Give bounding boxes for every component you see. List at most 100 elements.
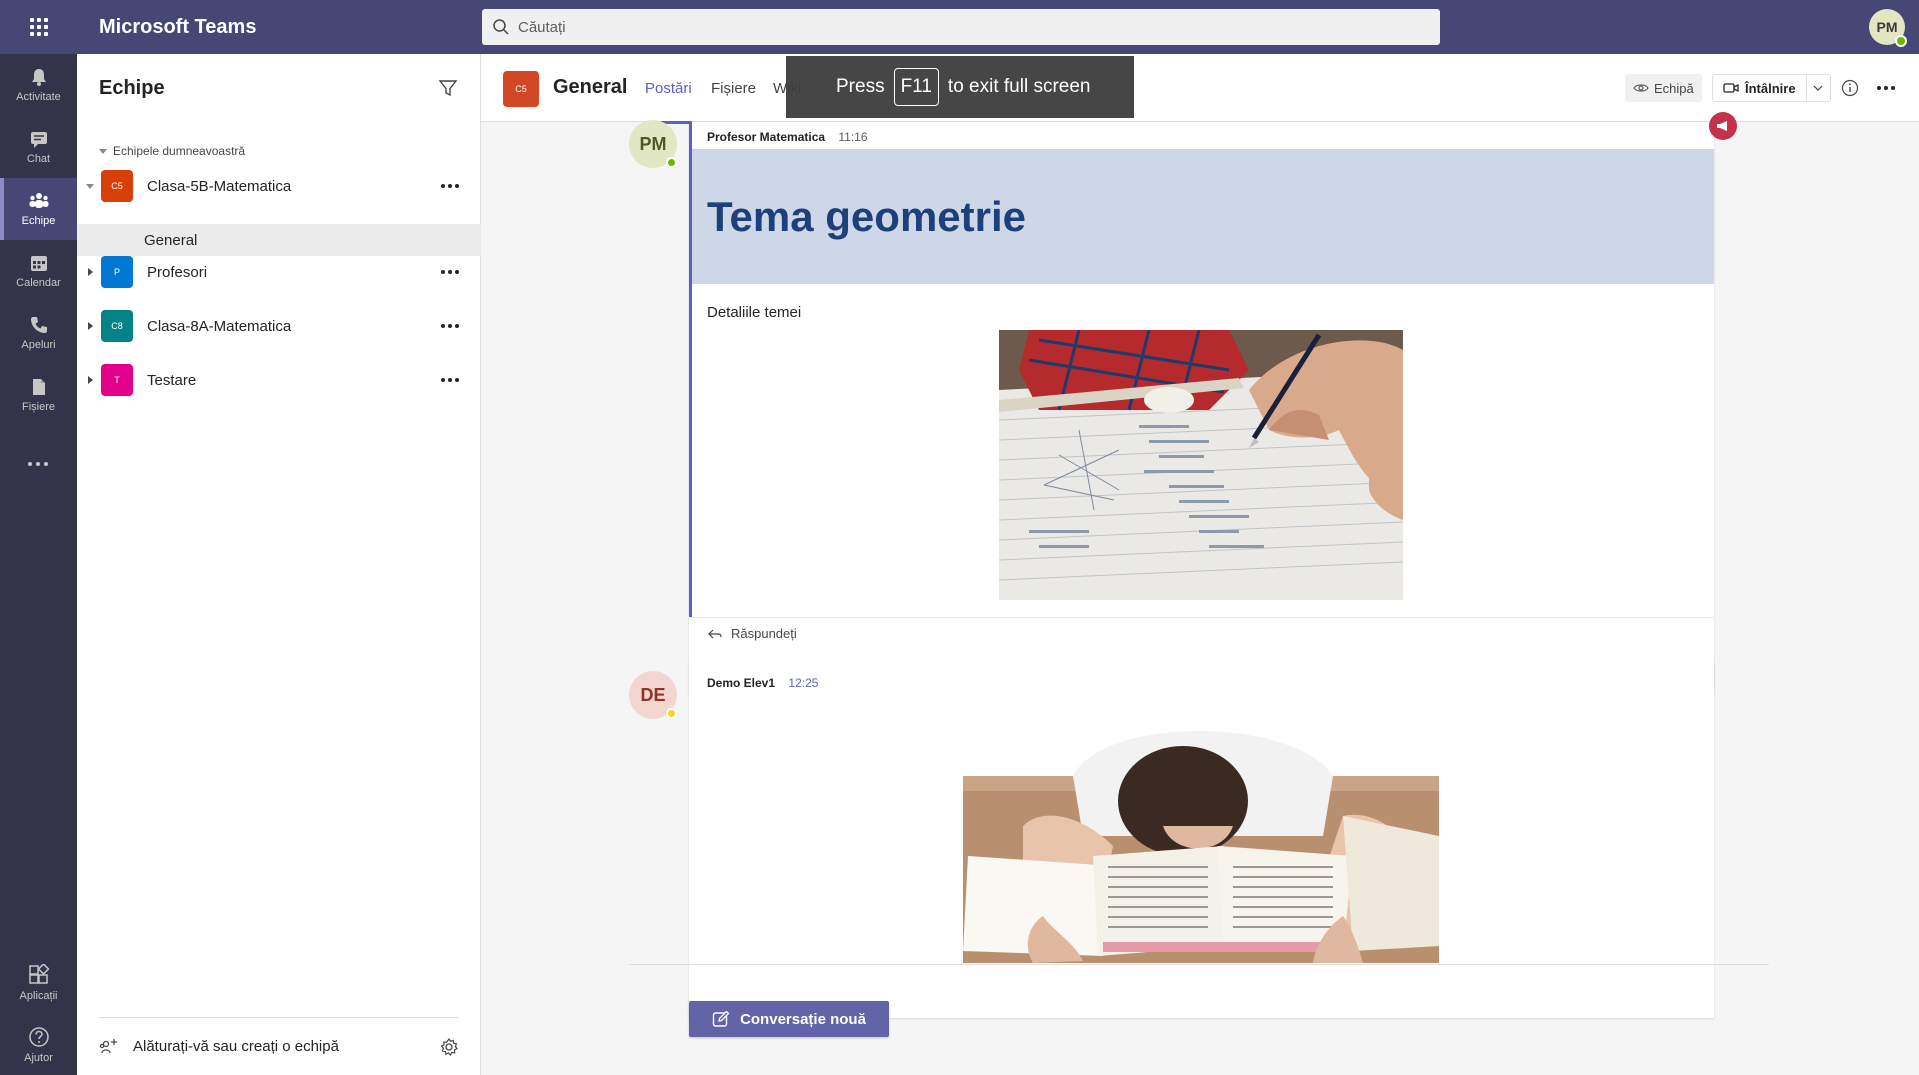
more-apps-button[interactable]	[28, 462, 48, 466]
video-camera-icon	[1723, 83, 1739, 93]
post-author: Profesor Matematica	[707, 130, 826, 144]
rail-item-label: Aplicații	[19, 990, 58, 1002]
channel-name: General	[144, 231, 198, 249]
chat-icon	[30, 132, 47, 148]
compose-divider	[629, 964, 1769, 965]
student-sleeping-on-books-photo[interactable]	[963, 706, 1439, 963]
team-more-options-button[interactable]	[441, 184, 459, 188]
channel-item-general[interactable]: General	[77, 224, 481, 256]
announcement-banner: Tema geometrie	[692, 149, 1714, 284]
search-icon	[493, 19, 509, 35]
announcement-headline: Tema geometrie	[707, 193, 1026, 240]
channel-team-avatar: C5	[503, 71, 539, 107]
presence-away-icon	[666, 708, 677, 719]
meet-button-label: Întâlnire	[1745, 80, 1796, 96]
reply-label: Răspundeți	[731, 626, 797, 641]
join-or-create-team-link[interactable]: Alăturați-vă sau creați o echipă	[133, 1038, 439, 1055]
rail-item-label: Fișiere	[21, 401, 55, 413]
team-avatar: C5	[101, 170, 133, 202]
team-more-options-button[interactable]	[441, 324, 459, 328]
new-conversation-button[interactable]: Conversație nouă	[689, 1001, 889, 1037]
team-item-profesori[interactable]: P Profesori	[77, 253, 481, 291]
user-initials: PM	[1876, 19, 1898, 35]
calendar-icon	[30, 256, 47, 271]
team-avatar: P	[101, 256, 133, 288]
user-avatar[interactable]: PM	[1869, 9, 1907, 47]
teams-section-header[interactable]: Echipele dumneavoastră	[99, 144, 245, 158]
channel-more-options-button[interactable]	[1877, 86, 1895, 90]
rail-item-label: Activitate	[16, 91, 61, 103]
panel-footer: Alăturați-vă sau creați o echipă	[99, 1017, 459, 1075]
reply-icon	[708, 629, 722, 638]
rail-item-files[interactable]: Fișiere	[0, 364, 77, 426]
help-icon	[28, 1027, 49, 1047]
new-conversation-label: Conversație nouă	[740, 1010, 866, 1028]
toast-key: F11	[893, 68, 939, 106]
rail-item-activity[interactable]: Activitate	[0, 54, 77, 116]
search-input[interactable]	[518, 18, 1418, 36]
phone-icon	[30, 317, 47, 333]
rail-item-apps[interactable]: Aplicații	[0, 952, 77, 1014]
title-bar: Microsoft Teams PM	[0, 0, 1919, 54]
reply-button[interactable]: Răspundeți	[689, 617, 1714, 649]
search-box[interactable]	[482, 9, 1440, 45]
app-title: Microsoft Teams	[99, 15, 257, 38]
collapsed-caret-icon	[87, 322, 93, 330]
team-item-testare[interactable]: T Testare	[77, 361, 481, 399]
post-meta: Profesor Matematica 11:16	[707, 130, 868, 144]
channel-view: C5 General Postări Fișiere Wiki Echipă Î…	[481, 54, 1919, 1075]
team-button-label: Echipă	[1654, 80, 1694, 96]
rail-item-calendar[interactable]: Calendar	[0, 240, 77, 302]
rail-item-help[interactable]: Ajutor	[0, 1014, 77, 1075]
toast-rest-text: to exit full screen	[947, 76, 1091, 97]
team-avatar: C8	[101, 310, 133, 342]
tab-files[interactable]: Fișiere	[711, 80, 756, 97]
rail-item-teams[interactable]: Echipe	[0, 178, 77, 240]
presence-available-icon	[666, 157, 677, 168]
author-avatar[interactable]: PM	[629, 120, 677, 168]
post-meta: Demo Elev1 12:25	[707, 676, 818, 690]
rail-item-label: Ajutor	[24, 1052, 53, 1064]
toast-press-text: Press	[836, 76, 885, 97]
team-name: Clasa-8A-Matematica	[147, 317, 292, 335]
app-launcher-button[interactable]	[0, 0, 77, 54]
info-icon[interactable]	[1841, 79, 1859, 97]
author-avatar[interactable]: DE	[629, 671, 677, 719]
post-card: Profesor Matematica 11:16 Tema geometrie…	[689, 112, 1737, 694]
bell-icon	[31, 69, 46, 86]
team-name: Profesori	[147, 263, 208, 281]
team-name: Testare	[147, 371, 197, 389]
teams-section-label: Echipele dumneavoastră	[113, 144, 246, 158]
waffle-icon	[29, 18, 48, 36]
rail-item-label: Calendar	[16, 277, 61, 289]
collapse-caret-icon	[99, 148, 107, 154]
filter-icon[interactable]	[438, 78, 458, 98]
gear-icon[interactable]	[439, 1037, 459, 1057]
team-item-clasa-8a[interactable]: C8 Clasa-8A-Matematica	[77, 307, 481, 345]
author-initials: DE	[640, 684, 666, 705]
ellipsis-icon	[28, 462, 32, 466]
presence-available-icon	[1895, 35, 1907, 47]
student-writing-geometry-photo[interactable]	[999, 330, 1403, 600]
post-author: Demo Elev1	[707, 676, 776, 690]
rail-item-calls[interactable]: Apeluri	[0, 302, 77, 364]
fullscreen-exit-toast: Press F11 to exit full screen	[786, 56, 1134, 118]
channel-title: General	[553, 76, 628, 98]
meet-button[interactable]: Întâlnire	[1712, 74, 1831, 102]
team-button[interactable]: Echipă	[1625, 74, 1702, 102]
app-rail: Activitate Chat Echipe Calendar Apeluri …	[0, 54, 77, 1075]
apps-icon	[28, 964, 50, 984]
rail-item-chat[interactable]: Chat	[0, 116, 77, 178]
team-more-options-button[interactable]	[441, 378, 459, 382]
team-more-options-button[interactable]	[441, 270, 459, 274]
meet-dropdown-button[interactable]	[1805, 75, 1830, 101]
chevron-down-icon	[1813, 85, 1823, 91]
file-icon	[32, 379, 45, 395]
team-item-clasa-5b[interactable]: C5 Clasa-5B-Matematica	[77, 167, 481, 205]
author-initials: PM	[639, 133, 667, 154]
tab-posts[interactable]: Postări	[645, 80, 692, 124]
collapsed-caret-icon	[87, 268, 93, 276]
team-name: Clasa-5B-Matematica	[147, 177, 292, 195]
rail-item-label: Apeluri	[21, 339, 56, 351]
post-time: 12:25	[788, 676, 819, 690]
